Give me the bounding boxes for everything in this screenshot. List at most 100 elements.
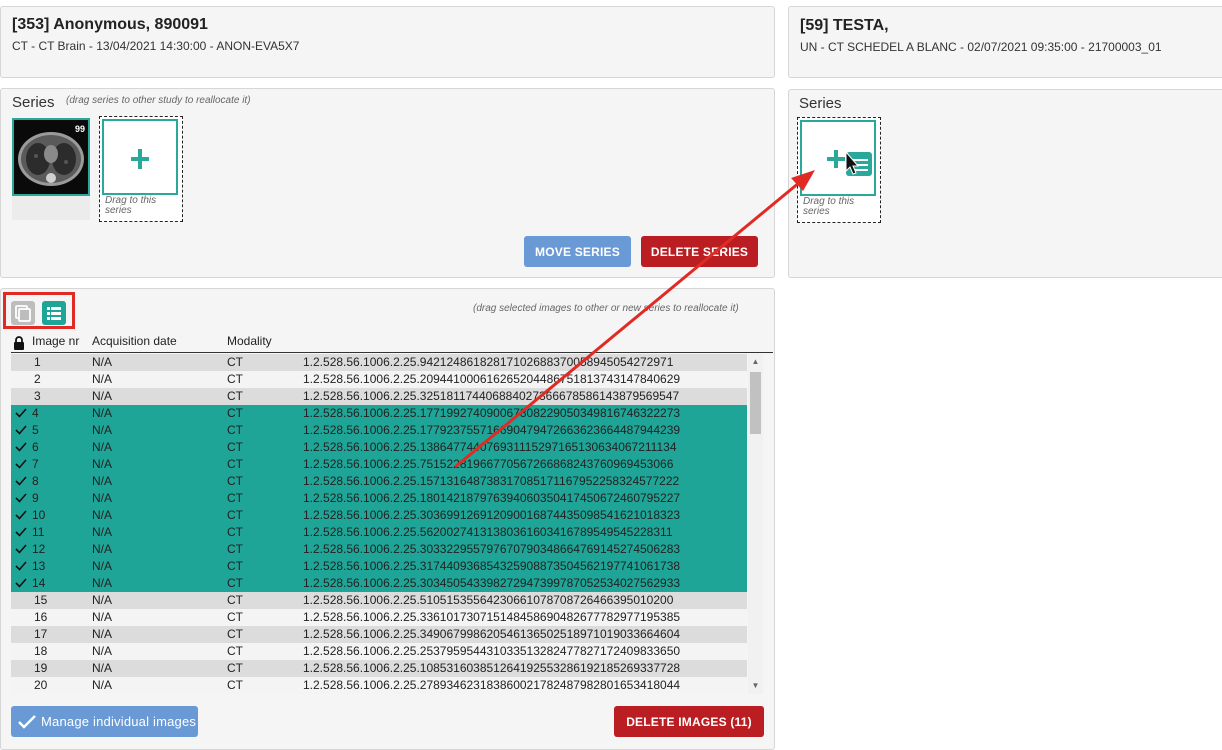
check-icon xyxy=(15,544,27,554)
uid-cell: 1.2.528.56.1006.2.25.5105153556423066107… xyxy=(303,593,674,607)
modality-cell: CT xyxy=(227,593,243,607)
scroll-down-arrow[interactable]: ▼ xyxy=(748,680,763,692)
uid-cell: 1.2.528.56.1006.2.25.2789346231838600217… xyxy=(303,678,681,692)
acquisition-date-cell: N/A xyxy=(92,593,113,607)
table-row[interactable]: 12 N/A CT 1.2.528.56.1006.2.25.303322955797… xyxy=(11,541,747,558)
image-nr-cell: 10 xyxy=(32,508,46,522)
uid-cell: 1.2.528.56.1006.2.25.3034505433982729473… xyxy=(303,576,681,590)
acquisition-date-cell: N/A xyxy=(92,559,113,573)
manage-images-label: Manage individual images xyxy=(41,714,197,729)
image-nr-cell: 11 xyxy=(32,525,45,539)
acquisition-date-cell: N/A xyxy=(92,576,113,590)
move-series-button[interactable]: MOVE SERIES xyxy=(524,236,631,267)
modality-cell: CT xyxy=(227,644,243,658)
table-row[interactable]: 20 N/A CT 1.2.528.56.1006.2.25.278934623183… xyxy=(11,677,747,694)
check-icon xyxy=(15,442,27,452)
column-modality[interactable]: Modality xyxy=(227,334,272,348)
table-row[interactable]: 15 N/A CT 1.2.528.56.1006.2.25.510515355642… xyxy=(11,592,747,609)
table-row[interactable]: 19 N/A CT 1.2.528.56.1006.2.25.108531603851… xyxy=(11,660,747,677)
check-icon xyxy=(15,476,27,486)
table-row[interactable]: 2 N/A CT 1.2.528.56.1006.2.25.2094410006162… xyxy=(11,371,747,388)
thumbnail-view-toggle[interactable] xyxy=(11,301,35,325)
table-row[interactable]: 4 N/A CT 1.2.528.56.1006.2.25.1771992740900… xyxy=(11,405,747,422)
acquisition-date-cell: N/A xyxy=(92,610,113,624)
acquisition-date-cell: N/A xyxy=(92,355,113,369)
images-table-scrollbar[interactable]: ▲ ▼ xyxy=(748,354,763,694)
manage-individual-images-button[interactable]: Manage individual images xyxy=(11,706,198,737)
check-icon xyxy=(15,510,27,520)
table-row[interactable]: 14 N/A CT 1.2.528.56.1006.2.25.303450543398… xyxy=(11,575,747,592)
uid-cell: 1.2.528.56.1006.2.25.1771992740900678082… xyxy=(303,406,681,420)
uid-cell: 1.2.528.56.1006.2.25.3251811744068840273… xyxy=(303,389,680,403)
thumbnail-footer xyxy=(12,196,90,220)
images-table-body: 1 N/A CT 1.2.528.56.1006.2.25.9421248618281… xyxy=(11,354,747,694)
target-new-series-dropzone[interactable]: Drag to this series xyxy=(797,117,881,223)
list-view-toggle[interactable] xyxy=(42,301,66,325)
table-row[interactable]: 8 N/A CT 1.2.528.56.1006.2.25.1571316487383… xyxy=(11,473,747,490)
acquisition-date-cell: N/A xyxy=(92,644,113,658)
acquisition-date-cell: N/A xyxy=(92,627,113,641)
acquisition-date-cell: N/A xyxy=(92,423,113,437)
lock-icon[interactable] xyxy=(13,336,25,350)
source-study-subtitle: CT - CT Brain - 13/04/2021 14:30:00 - AN… xyxy=(12,39,300,53)
delete-images-button[interactable]: DELETE IMAGES (11) xyxy=(614,706,764,737)
source-study-title: [353] Anonymous, 890091 xyxy=(12,16,208,33)
acquisition-date-cell: N/A xyxy=(92,406,113,420)
uid-cell: 1.2.528.56.1006.2.25.2537959544310335132… xyxy=(303,644,681,658)
acquisition-date-cell: N/A xyxy=(92,491,113,505)
plus-icon xyxy=(131,149,149,169)
image-nr-cell: 19 xyxy=(34,661,48,675)
table-row[interactable]: 7 N/A CT 1.2.528.56.1006.2.25.7515228196677… xyxy=(11,456,747,473)
uid-cell: 1.2.528.56.1006.2.25.1085316038512641925… xyxy=(303,661,681,675)
target-study-subtitle: UN - CT SCHEDEL A BLANC - 02/07/2021 09:… xyxy=(800,40,1162,54)
modality-cell: CT xyxy=(227,508,243,522)
image-nr-cell: 2 xyxy=(34,372,41,386)
series-thumbnail[interactable]: 99 xyxy=(12,118,90,196)
table-row[interactable]: 5 N/A CT 1.2.528.56.1006.2.25.1779237557166… xyxy=(11,422,747,439)
table-row[interactable]: 11 N/A CT 1.2.528.56.1006.2.25.562002741313… xyxy=(11,524,747,541)
uid-cell: 1.2.528.56.1006.2.25.5620027413138036160… xyxy=(303,525,673,539)
check-icon xyxy=(15,493,27,503)
thumbnail-view-icon xyxy=(15,305,31,322)
table-row[interactable]: 1 N/A CT 1.2.528.56.1006.2.25.9421248618281… xyxy=(11,354,747,371)
modality-cell: CT xyxy=(227,627,243,641)
table-row[interactable]: 18 N/A CT 1.2.528.56.1006.2.25.253795954431… xyxy=(11,643,747,660)
acquisition-date-cell: N/A xyxy=(92,508,113,522)
check-icon xyxy=(15,459,27,469)
table-row[interactable]: 3 N/A CT 1.2.528.56.1006.2.25.3251811744068… xyxy=(11,388,747,405)
uid-cell: 1.2.528.56.1006.2.25.2094410006162652044… xyxy=(303,372,681,386)
column-image-nr[interactable]: Image nr xyxy=(32,334,84,348)
scroll-thumb[interactable] xyxy=(750,372,761,434)
uid-cell: 1.2.528.56.1006.2.25.3033229557976707903… xyxy=(303,542,681,556)
scroll-up-arrow[interactable]: ▲ xyxy=(748,356,763,368)
image-nr-cell: 5 xyxy=(32,423,39,437)
acquisition-date-cell: N/A xyxy=(92,542,113,556)
modality-cell: CT xyxy=(227,423,243,437)
table-row[interactable]: 17 N/A CT 1.2.528.56.1006.2.25.349067998620… xyxy=(11,626,747,643)
acquisition-date-cell: N/A xyxy=(92,457,113,471)
uid-cell: 1.2.528.56.1006.2.25.7515228196677056726… xyxy=(303,457,674,471)
image-nr-cell: 8 xyxy=(32,474,39,488)
target-dropzone-target[interactable] xyxy=(800,120,876,196)
table-row[interactable]: 13 N/A CT 1.2.528.56.1006.2.25.317440936854… xyxy=(11,558,747,575)
image-nr-cell: 18 xyxy=(34,644,48,658)
table-row[interactable]: 10 N/A CT 1.2.528.56.1006.2.25.303699126912… xyxy=(11,507,747,524)
source-new-series-dropzone[interactable]: Drag to this series xyxy=(99,116,183,222)
modality-cell: CT xyxy=(227,576,243,590)
acquisition-date-cell: N/A xyxy=(92,525,113,539)
plus-drag-icon xyxy=(827,150,872,176)
uid-cell: 1.2.528.56.1006.2.25.3036991269120900168… xyxy=(303,508,681,522)
table-row[interactable]: 6 N/A CT 1.2.528.56.1006.2.25.1386477440769… xyxy=(11,439,747,456)
image-nr-cell: 15 xyxy=(34,593,48,607)
thumbnail-image-count: 99 xyxy=(74,124,85,134)
check-icon xyxy=(15,561,27,571)
delete-series-button[interactable]: DELETE SERIES xyxy=(641,236,758,267)
source-dropzone-target[interactable] xyxy=(102,119,178,195)
table-row[interactable]: 16 N/A CT 1.2.528.56.1006.2.25.336101730715… xyxy=(11,609,747,626)
column-acquisition-date[interactable]: Acquisition date xyxy=(92,334,177,348)
images-hint: (drag selected images to other or new se… xyxy=(473,303,739,314)
modality-cell: CT xyxy=(227,406,243,420)
modality-cell: CT xyxy=(227,542,243,556)
uid-cell: 1.2.528.56.1006.2.25.3174409368543259088… xyxy=(303,559,681,573)
table-row[interactable]: 9 N/A CT 1.2.528.56.1006.2.25.1801421879763… xyxy=(11,490,747,507)
